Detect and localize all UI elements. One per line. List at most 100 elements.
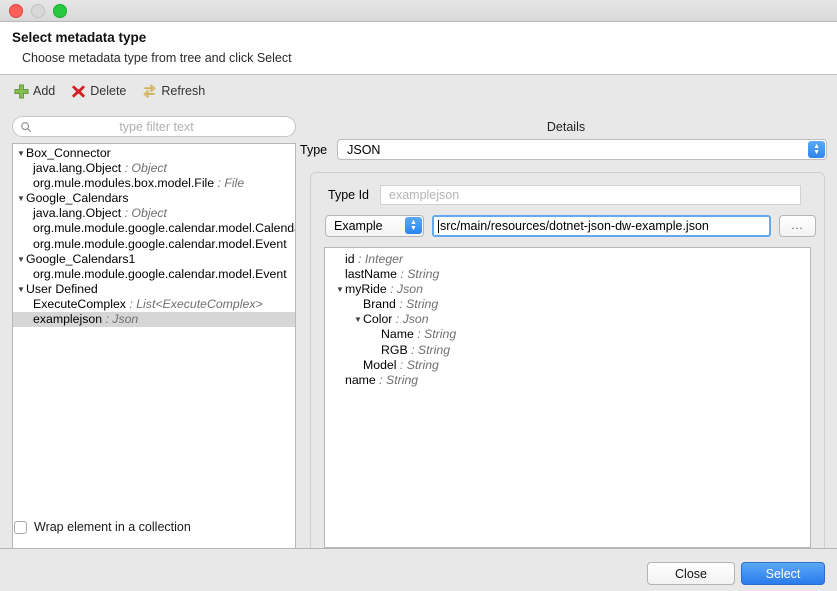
tree-item-label: org.mule.module.google.calendar.model.Ca…	[33, 221, 295, 236]
window-close-button[interactable]	[9, 3, 23, 18]
tree-item[interactable]: ▼User Defined	[13, 282, 295, 297]
window-title-bar	[0, 0, 837, 22]
refresh-button[interactable]: Refresh	[142, 83, 206, 99]
type-id-input[interactable]: examplejson	[380, 185, 801, 205]
delete-button[interactable]: Delete	[71, 84, 126, 99]
schema-item-label: Color	[363, 312, 393, 327]
close-button[interactable]: Close	[647, 562, 735, 585]
page-subtitle: Choose metadata type from tree and click…	[22, 51, 292, 65]
schema-item[interactable]: Model : String	[325, 358, 810, 373]
schema-item[interactable]: lastName : String	[325, 267, 810, 282]
dialog-header: Select metadata type Choose metadata typ…	[0, 22, 837, 75]
schema-item-type: : String	[407, 342, 451, 357]
tree-item-type: : File	[214, 176, 245, 191]
type-combobox[interactable]: JSON ▲ ▼	[337, 139, 828, 160]
schema-item-label: Model	[363, 357, 397, 372]
tree-item[interactable]: ▼Google_Calendars1	[13, 252, 295, 267]
text-caret	[438, 219, 439, 233]
tree-item[interactable]: org.mule.module.google.calendar.model.Ca…	[13, 221, 295, 236]
tree-disclosure-icon[interactable]: ▼	[17, 282, 26, 297]
refresh-button-label: Refresh	[161, 84, 206, 98]
tree-item[interactable]: ▼Box_Connector	[13, 146, 295, 161]
tree-disclosure-icon[interactable]: ▼	[17, 191, 26, 206]
example-path-input[interactable]: src/main/resources/dotnet-json-dw-exampl…	[432, 215, 771, 237]
chevron-updown-icon[interactable]: ▲ ▼	[808, 141, 826, 158]
schema-item-label: name	[345, 372, 376, 387]
tree-item-label: java.lang.Object	[33, 206, 122, 221]
schema-item-type: : String	[375, 372, 419, 387]
details-group-box: Type Id examplejson Example ▲ ▼ src/main/…	[310, 172, 825, 562]
select-button[interactable]: Select	[741, 562, 825, 585]
chevron-updown-icon[interactable]: ▲ ▼	[405, 217, 422, 234]
tree-item[interactable]: examplejson : Json	[13, 312, 295, 328]
search-icon	[21, 121, 32, 132]
schema-item[interactable]: name : String	[325, 373, 810, 388]
schema-item-label: Name	[381, 327, 414, 342]
tree-item-label: examplejson	[33, 312, 103, 327]
schema-item-type: : String	[395, 297, 439, 312]
add-button-label: Add	[33, 84, 56, 98]
x-icon	[72, 84, 86, 98]
window-zoom-button[interactable]	[53, 3, 67, 18]
details-title: Details	[546, 120, 586, 134]
dialog-body: Add Delete Refresh type filter text ▼Box…	[0, 75, 837, 591]
tree-item-label: Box_Connector	[26, 146, 111, 160]
schema-item[interactable]: id : Integer	[325, 252, 810, 267]
schema-item-label: RGB	[381, 342, 408, 357]
tree-item-label: org.mule.module.google.calendar.model.Ev…	[33, 236, 287, 251]
schema-item-type: : String	[396, 267, 440, 282]
plus-icon	[14, 83, 29, 99]
type-id-label: Type Id	[328, 188, 369, 202]
tree-item-label: ExecuteComplex	[33, 296, 126, 311]
tree-item-type: : Object	[121, 206, 167, 221]
wrap-element-label: Wrap element in a collection	[34, 520, 191, 534]
tree-item-label: org.mule.modules.box.model.File	[33, 176, 215, 191]
source-mode-value: Example	[334, 219, 383, 233]
wrap-element-checkbox-row[interactable]: Wrap element in a collection	[14, 520, 191, 534]
example-path-value: src/main/resources/dotnet-json-dw-exampl…	[440, 219, 709, 233]
schema-item-type: : Integer	[354, 252, 404, 266]
tree-item[interactable]: org.mule.module.google.calendar.model.Ev…	[13, 267, 295, 282]
filter-input[interactable]: type filter text	[12, 116, 296, 137]
window-minimize-button[interactable]	[31, 3, 45, 18]
delete-button-label: Delete	[90, 84, 127, 98]
tree-item[interactable]: java.lang.Object : Object	[13, 161, 295, 176]
schema-item[interactable]: RGB : String	[325, 343, 810, 358]
tree-item[interactable]: ExecuteComplex : List<ExecuteComplex>	[13, 297, 295, 312]
schema-item-label: lastName	[345, 267, 397, 282]
schema-disclosure-icon[interactable]: ▼	[354, 312, 363, 327]
tree-disclosure-icon[interactable]: ▼	[17, 252, 26, 267]
browse-button[interactable]: ...	[779, 215, 816, 237]
type-id-row: Type Id examplejson	[328, 185, 801, 205]
dialog-footer: Close Select	[0, 549, 837, 591]
add-button[interactable]: Add	[14, 83, 56, 99]
schema-item-label: id	[345, 252, 355, 266]
schema-item-label: Brand	[363, 297, 396, 312]
metadata-tree[interactable]: ▼Box_Connector java.lang.Object : Object o…	[12, 143, 296, 571]
refresh-icon	[143, 83, 157, 98]
schema-item[interactable]: ▼Color : Json	[325, 312, 810, 327]
tree-item-type: : Object	[121, 161, 167, 176]
schema-item-type: : Json	[392, 312, 429, 327]
type-row: Type JSON ▲ ▼	[300, 139, 828, 160]
tree-item-type: : List<ExecuteComplex>	[125, 296, 263, 311]
wrap-element-checkbox[interactable]	[14, 520, 27, 534]
schema-item-type: : String	[413, 327, 457, 342]
tree-item-label: org.mule.module.google.calendar.model.Ev…	[33, 266, 287, 281]
schema-disclosure-icon[interactable]: ▼	[336, 282, 345, 297]
tree-item[interactable]: org.mule.modules.box.model.File : File	[13, 176, 295, 191]
schema-item[interactable]: Name : String	[325, 327, 810, 342]
schema-item[interactable]: Brand : String	[325, 297, 810, 312]
tree-item[interactable]: org.mule.module.google.calendar.model.Ev…	[13, 237, 295, 252]
tree-item-label: Google_Calendars	[26, 191, 129, 206]
schema-item[interactable]: ▼myRide : Json	[325, 282, 810, 297]
schema-item-label: myRide	[345, 282, 387, 297]
schema-tree[interactable]: id : Integer lastName : String ▼myRide : J…	[324, 247, 811, 548]
metadata-toolbar: Add Delete Refresh	[0, 75, 837, 107]
tree-item[interactable]: java.lang.Object : Object	[13, 206, 295, 221]
tree-item[interactable]: ▼Google_Calendars	[13, 191, 295, 206]
source-mode-dropdown[interactable]: Example ▲ ▼	[325, 215, 424, 237]
source-row: Example ▲ ▼ src/main/resources/dotnet-jso…	[325, 215, 816, 237]
tree-disclosure-icon[interactable]: ▼	[17, 146, 26, 161]
type-combobox-value: JSON	[347, 142, 381, 157]
